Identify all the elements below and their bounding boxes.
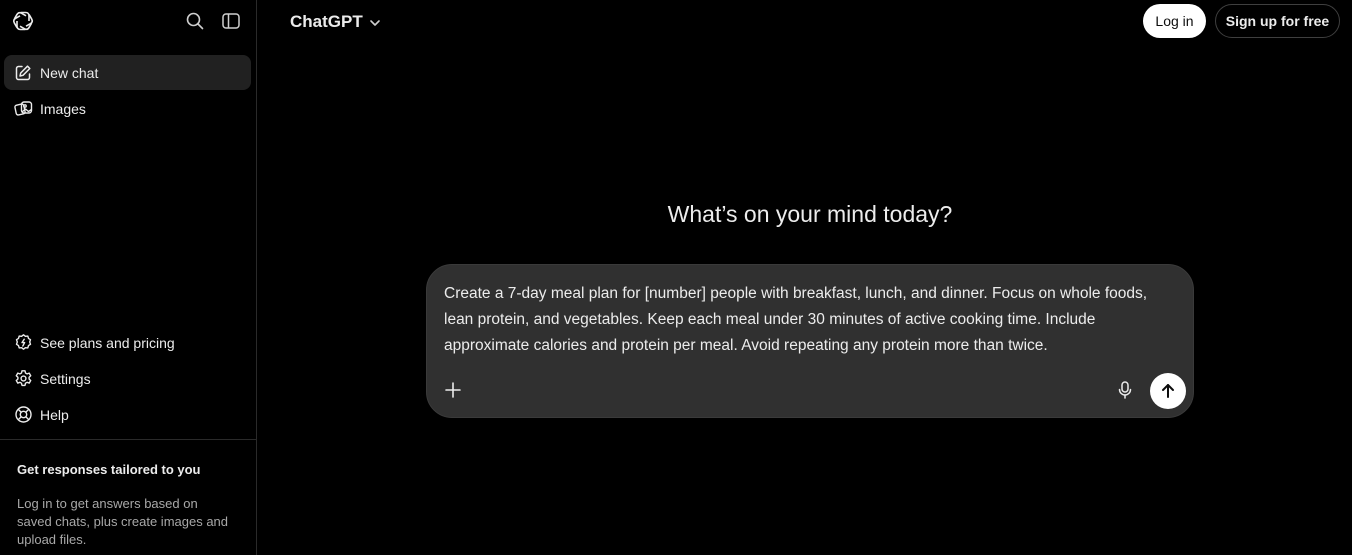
plans-icon [13,333,33,353]
tailored-description: Log in to get answers based on saved cha… [17,496,229,547]
sidebar-item-label: Help [40,406,69,423]
openai-logo-icon[interactable] [11,9,35,33]
plus-icon[interactable] [441,378,465,402]
sidebar-item-settings[interactable]: Settings [4,361,251,396]
edit-icon [13,63,33,83]
sidebar-item-images[interactable]: Images [4,91,251,126]
gear-icon [13,369,33,389]
search-icon[interactable] [184,10,206,32]
login-button[interactable]: Log in [1143,4,1206,38]
model-switcher[interactable]: ChatGPT [290,11,381,33]
prompt-composer: Create a 7-day meal plan for [number] pe… [426,264,1194,418]
sidebar-item-label: Settings [40,370,91,387]
sidebar-item-label: See plans and pricing [40,334,175,351]
prompt-input[interactable]: Create a 7-day meal plan for [number] pe… [444,281,1179,359]
page-title: What’s on your mind today? [667,201,953,227]
model-name: ChatGPT [290,12,363,31]
microphone-icon[interactable] [1114,379,1136,401]
send-button[interactable] [1150,373,1186,409]
sidebar-header [0,0,256,44]
app-window: New chat Images See plans and pricing Se… [0,0,1352,555]
sidebar-item-plans[interactable]: See plans and pricing [4,325,251,360]
chevron-down-icon [369,16,381,28]
sidebar-item-new-chat[interactable]: New chat [4,55,251,90]
help-icon [13,405,33,425]
sidebar: New chat Images See plans and pricing Se… [0,0,257,555]
tailored-title: Get responses tailored to you [17,462,201,477]
sidebar-item-label: New chat [40,64,99,81]
sidebar-toggle-icon[interactable] [220,10,242,32]
sidebar-divider [0,439,256,440]
sidebar-item-help[interactable]: Help [4,397,251,432]
signup-button[interactable]: Sign up for free [1215,4,1340,38]
images-icon [13,99,33,119]
sidebar-item-label: Images [40,100,86,117]
arrow-up-icon [1159,382,1177,400]
